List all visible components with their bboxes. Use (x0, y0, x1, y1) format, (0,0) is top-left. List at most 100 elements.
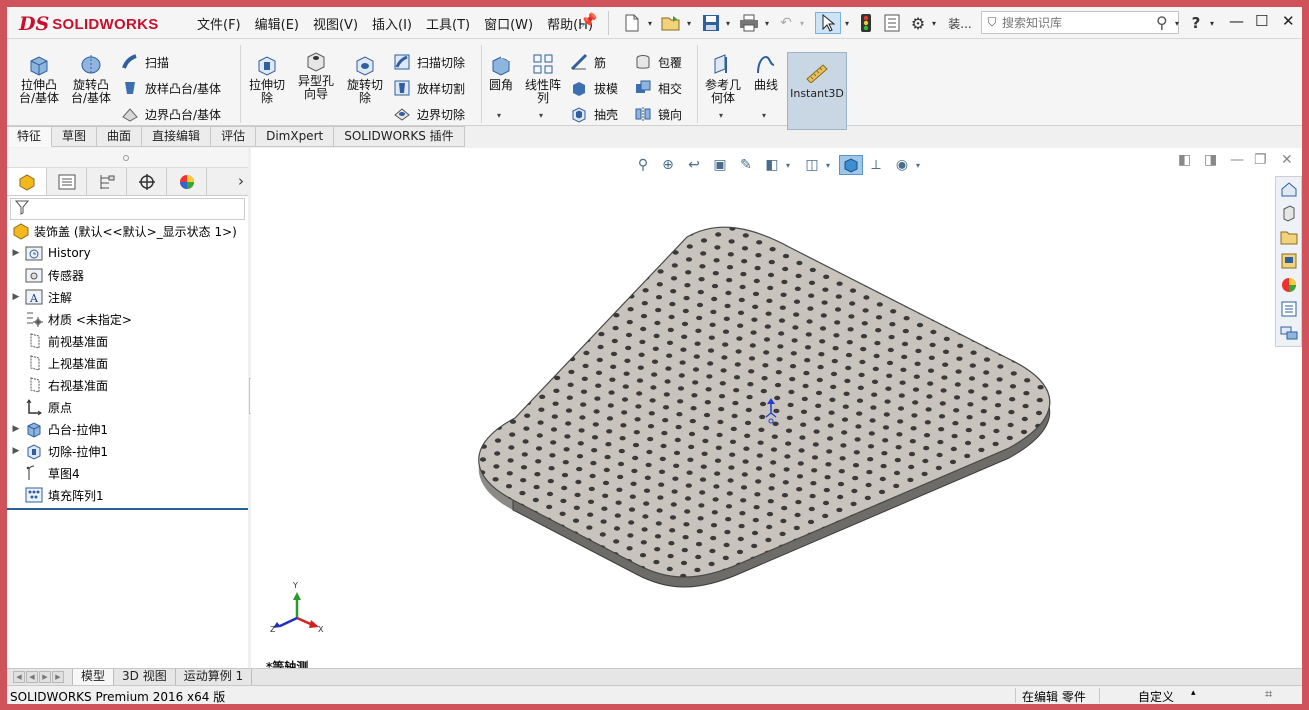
loft-boss-button[interactable]: 放样凸台/基体 (121, 79, 221, 97)
open-folder-icon[interactable] (658, 12, 684, 34)
chevron-up-icon[interactable]: ▴ (1191, 688, 1196, 698)
chevron-down-icon[interactable]: ▾ (723, 12, 733, 34)
file-properties-icon[interactable] (881, 12, 903, 34)
revolve-boss-button[interactable]: 旋转凸 台/基体 (69, 51, 113, 105)
tile-left-icon[interactable]: ◧ (1178, 152, 1191, 168)
expand-arrow-icon[interactable]: ▶ (7, 446, 25, 456)
save-icon[interactable] (699, 12, 723, 34)
graphics-area[interactable]: ⚲ ⊕ ↩ ▣ ✎ ◧ ▾ ◫ ▾ ⟂ ◉ ▾ ◧ ◨ — ❐ ✕ Y X Z … (251, 148, 1302, 674)
sweep-cut-button[interactable]: 扫描切除 (393, 53, 465, 71)
revolve-cut-button[interactable]: 旋转切 除 (343, 51, 387, 105)
status-units[interactable]: 自定义 (1138, 688, 1174, 704)
chevron-down-icon[interactable]: ▾ (1205, 12, 1219, 34)
search-input[interactable]: 搜索知识库 (1002, 14, 1156, 31)
rebuild-traffic-light-icon[interactable] (857, 12, 875, 34)
decorative-cover-part[interactable] (473, 224, 1059, 588)
expand-arrow-icon[interactable]: ▶ (7, 248, 25, 258)
command-tab[interactable]: 评估 (211, 126, 257, 147)
command-tab[interactable]: 直接编辑 (142, 126, 212, 147)
chevron-down-icon[interactable]: ▾ (842, 12, 852, 34)
pin-icon[interactable]: 📌 (580, 13, 597, 29)
close-icon[interactable]: ✕ (1282, 12, 1295, 30)
hole-wizard-button[interactable]: 异型孔 向导 (294, 47, 338, 101)
menu-file[interactable]: 文件(F) (190, 14, 248, 33)
command-tab[interactable]: SOLIDWORKS 插件 (334, 126, 465, 147)
extrude-cut-button[interactable]: 拉伸切 除 (245, 51, 289, 105)
tree-item[interactable]: 材质 <未指定> (7, 308, 248, 330)
wrap-button[interactable]: 包覆 (634, 53, 682, 71)
tree-item[interactable]: ▶ A 注解 (7, 286, 248, 308)
tree-item[interactable]: 填充阵列1 (7, 484, 248, 506)
instant3d-button[interactable]: Instant3D (787, 52, 847, 130)
chevron-down-icon[interactable]: ▾ (823, 155, 833, 175)
maximize-icon[interactable]: ☐ (1255, 12, 1268, 30)
bottom-tab[interactable]: 3D 视图 (114, 669, 176, 685)
chevron-down-icon[interactable]: ▾ (913, 155, 923, 175)
custom-properties-icon[interactable] (1276, 297, 1301, 321)
expand-arrow-icon[interactable]: ▶ (7, 292, 25, 302)
view-orientation-icon[interactable]: ◧ (761, 155, 783, 175)
command-tab[interactable]: 特征 (7, 126, 53, 147)
menu-edit[interactable]: 编辑(E) (248, 14, 306, 33)
sweep-button[interactable]: 扫描 (121, 53, 169, 71)
tree-item[interactable]: 右视基准面 (7, 374, 248, 396)
tree-filter[interactable] (10, 198, 245, 220)
extrude-boss-button[interactable]: 拉伸凸 台/基体 (17, 51, 61, 105)
menu-tools[interactable]: 工具(T) (419, 14, 477, 33)
tree-item[interactable]: 前视基准面 (7, 330, 248, 352)
chevron-right-icon[interactable]: › (238, 172, 244, 190)
design-library-icon[interactable] (1276, 201, 1301, 225)
next-tab-icon[interactable]: ▶ (39, 671, 51, 683)
draft-button[interactable]: 拔模 (570, 79, 618, 97)
chevron-down-icon[interactable]: ▾ (762, 111, 766, 120)
chevron-down-icon[interactable]: ▾ (684, 12, 694, 34)
print-icon[interactable] (736, 12, 762, 34)
command-tab[interactable]: DimXpert (256, 126, 335, 147)
shell-button[interactable]: 抽壳 (570, 105, 618, 123)
tree-item[interactable]: ▶ 凸台-拉伸1 (7, 418, 248, 440)
tree-item[interactable]: 传感器 (7, 264, 248, 286)
doc-minimize-icon[interactable]: — (1230, 152, 1244, 168)
chevron-down-icon[interactable]: ▾ (497, 111, 501, 120)
tree-item[interactable]: ▶ 切除-拉伸1 (7, 440, 248, 462)
chevron-down-icon[interactable]: ▾ (539, 111, 543, 120)
last-tab-icon[interactable]: ▶ (52, 671, 64, 683)
prev-tab-icon[interactable]: ◀ (26, 671, 38, 683)
install-more-button[interactable]: 装... (945, 12, 975, 34)
mirror-button[interactable]: 镜向 (634, 105, 682, 123)
section-view-icon[interactable]: ▣ (709, 155, 731, 175)
tree-item[interactable]: 草图4 (7, 462, 248, 484)
search-knowledge-base[interactable]: ⛉ 搜索知识库 ⚲ (981, 11, 1179, 34)
fillet-button[interactable]: 圆角 (485, 51, 517, 92)
file-explorer-icon[interactable] (1276, 225, 1301, 249)
chevron-down-icon[interactable]: ▾ (719, 111, 723, 120)
tree-root-part[interactable]: 装饰盖 (默认<<默认>_显示状态 1>) (7, 220, 248, 242)
menu-view[interactable]: 视图(V) (306, 14, 365, 33)
options-gear-icon[interactable]: ⚙ (906, 12, 930, 34)
minimize-icon[interactable]: — (1229, 12, 1244, 30)
new-document-icon[interactable] (619, 12, 645, 34)
boundary-cut-button[interactable]: 边界切除 (393, 105, 465, 123)
boundary-boss-button[interactable]: 边界凸台/基体 (121, 105, 221, 123)
intersect-button[interactable]: 相交 (634, 79, 682, 97)
display-style-icon[interactable]: ◫ (801, 155, 823, 175)
zoom-to-fit-icon[interactable]: ⚲ (632, 155, 654, 175)
doc-close-icon[interactable]: ✕ (1281, 152, 1293, 168)
expand-arrow-icon[interactable]: ▶ (7, 424, 25, 434)
feature-manager-tab[interactable] (7, 168, 47, 195)
display-manager-tab[interactable] (167, 168, 207, 195)
doc-restore-icon[interactable]: ❐ (1254, 152, 1267, 168)
linear-pattern-button[interactable]: 线性阵 列 (521, 51, 565, 105)
home-icon[interactable] (1276, 177, 1301, 201)
rollback-bar[interactable] (7, 508, 248, 510)
tile-right-icon[interactable]: ◨ (1204, 152, 1217, 168)
property-manager-tab[interactable] (47, 168, 87, 195)
dynamic-annotation-icon[interactable]: ✎ (735, 155, 757, 175)
menu-window[interactable]: 窗口(W) (477, 14, 540, 33)
rib-button[interactable]: 筋 (570, 53, 606, 71)
loft-cut-button[interactable]: 放样切割 (393, 79, 465, 97)
previous-view-icon[interactable]: ↩ (683, 155, 705, 175)
command-tab[interactable]: 草图 (52, 126, 98, 147)
chevron-down-icon[interactable]: ▾ (783, 155, 793, 175)
first-tab-icon[interactable]: ◀ (13, 671, 25, 683)
